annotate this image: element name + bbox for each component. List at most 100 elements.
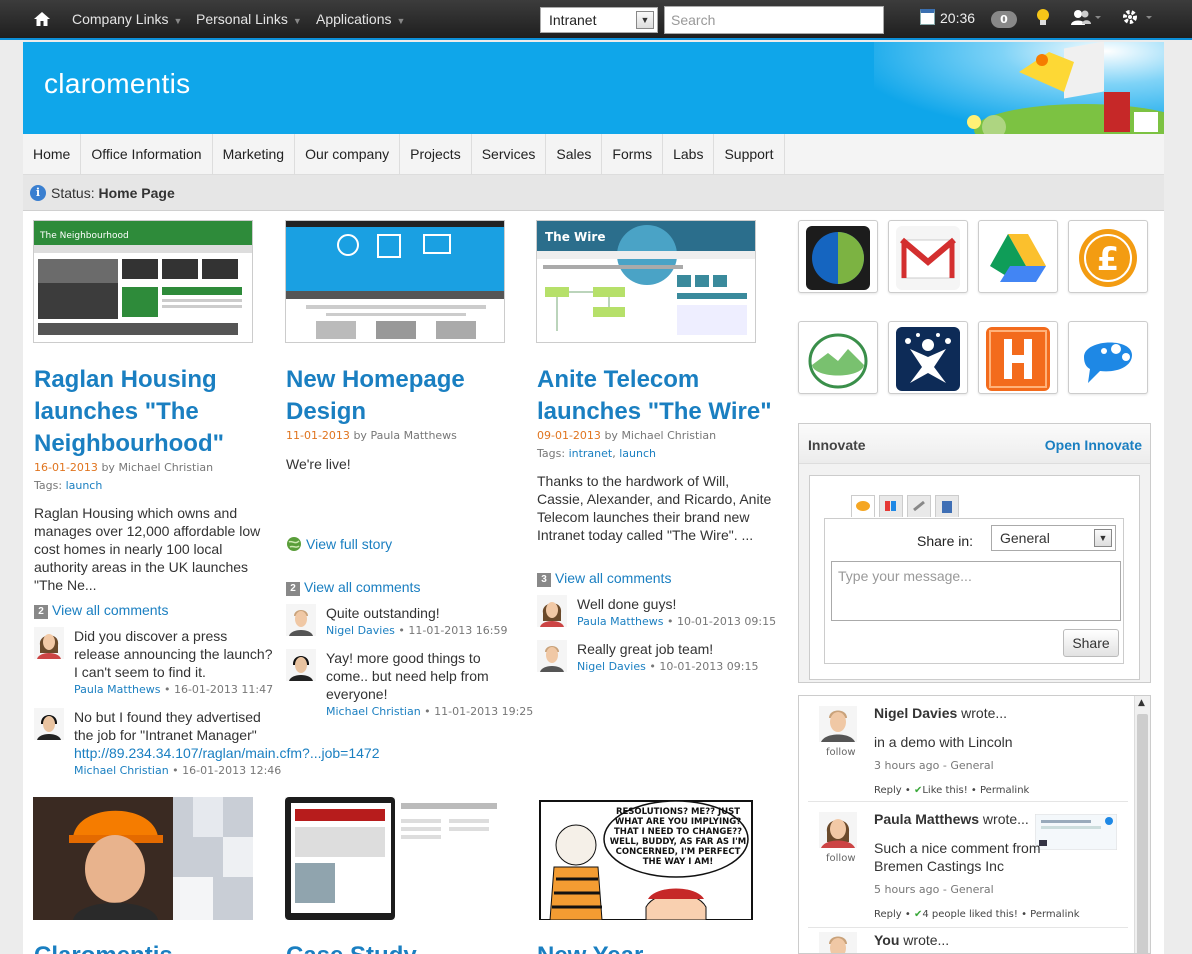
lightbulb-icon[interactable] [1036, 8, 1050, 28]
dropdown-arrow-icon[interactable]: ▼ [636, 11, 654, 29]
app-launcher-finance[interactable]: £ [1068, 220, 1148, 293]
link-tab[interactable] [907, 495, 931, 517]
follow-link[interactable]: follow [826, 747, 856, 758]
avatar[interactable] [819, 812, 857, 848]
basecamp-icon [806, 327, 870, 391]
share-button[interactable]: Share [1063, 629, 1119, 657]
notification-badge[interactable]: 0 [991, 11, 1017, 28]
article-title[interactable]: Claromentis [34, 940, 274, 954]
app-launcher-basecamp[interactable] [798, 321, 878, 394]
app-launcher-network[interactable] [888, 321, 968, 394]
comment-text: Quite outstanding! [326, 605, 440, 621]
nav-office-information[interactable]: Office Information [81, 134, 213, 174]
feed-author-link[interactable]: Paula Matthews [874, 811, 979, 827]
open-innovate-link[interactable]: Open Innovate [1045, 437, 1142, 453]
nav-home[interactable]: Home [23, 134, 82, 174]
article-title[interactable]: Case Study [286, 940, 526, 954]
comment-url-link[interactable]: http://89.234.34.107/raglan/main.cfm?...… [74, 744, 380, 762]
tag-link[interactable]: launch [619, 447, 656, 460]
message-textarea[interactable]: Type your message... [831, 561, 1121, 621]
gmail-icon [896, 226, 960, 290]
feed-scrollbar[interactable]: ▲ [1134, 696, 1150, 953]
article-summary: Raglan Housing which owns and manages ov… [34, 505, 261, 593]
neighbourhood-screenshot: The Neighbourhood [34, 221, 252, 342]
article-title[interactable]: New Year [537, 940, 777, 954]
nav-projects[interactable]: Projects [400, 134, 472, 174]
app-launcher-gmail[interactable] [888, 220, 968, 293]
reply-link[interactable]: Reply [874, 909, 902, 920]
view-all-comments-link[interactable]: 3 View all comments [537, 570, 671, 587]
scroll-up-icon[interactable]: ▲ [1138, 698, 1145, 708]
article-title[interactable]: Anite Telecom launches "The Wire" [537, 364, 777, 428]
people-tab[interactable] [879, 495, 903, 517]
avatar[interactable] [819, 932, 857, 953]
tag-link[interactable]: launch [66, 479, 103, 492]
article-thumbnail[interactable] [285, 220, 505, 343]
calendar-icon[interactable] [920, 9, 935, 25]
comment-author-link[interactable]: Michael Christian [74, 764, 169, 777]
tag-link[interactable]: intranet [569, 447, 613, 460]
status-tab[interactable] [851, 495, 875, 517]
article-thumbnail[interactable]: RESOLUTIONS? ME?? JUST WHAT ARE YOU IMPL… [536, 797, 756, 920]
article-title[interactable]: Raglan Housing launches "The Neighbourho… [34, 364, 274, 460]
nav-sales[interactable]: Sales [546, 134, 603, 174]
app-launcher-chat[interactable] [1068, 321, 1148, 394]
article-thumbnail[interactable] [285, 797, 505, 920]
view-all-comments-link[interactable]: 2 View all comments [286, 579, 420, 596]
avatar[interactable] [34, 708, 64, 740]
gear-icon[interactable] [1121, 8, 1155, 28]
view-all-comments-link[interactable]: 2 View all comments [34, 602, 168, 619]
app-launcher-drive[interactable] [978, 220, 1058, 293]
dropdown-arrow-icon[interactable]: ▼ [1094, 529, 1112, 547]
comment: Did you discover a press release announc… [34, 627, 284, 697]
nav-forms[interactable]: Forms [602, 134, 664, 174]
avatar[interactable] [286, 649, 316, 681]
applications-menu[interactable]: Applications ▼ [316, 11, 405, 27]
avatar[interactable] [537, 640, 567, 672]
nav-labs[interactable]: Labs [663, 134, 715, 174]
article-thumbnail[interactable]: The Wire [536, 220, 756, 343]
nav-our-company[interactable]: Our company [295, 134, 401, 174]
nav-marketing[interactable]: Marketing [213, 134, 296, 174]
search-input[interactable]: Search [664, 6, 884, 34]
avatar[interactable] [537, 595, 567, 627]
app-launcher-harvest[interactable] [978, 321, 1058, 394]
site-select[interactable]: Intranet ▼ [540, 7, 658, 33]
article-thumbnail[interactable]: The Neighbourhood [33, 220, 253, 343]
like-link[interactable]: Like this! [922, 785, 967, 796]
follow-link[interactable]: follow [826, 853, 856, 864]
comment-count: 2 [286, 582, 300, 596]
comment-author-link[interactable]: Nigel Davies [577, 660, 646, 673]
avatar[interactable] [819, 706, 857, 742]
feed-message: Such a nice comment from Bremen Castings… [874, 840, 1041, 874]
file-tab[interactable] [935, 495, 959, 517]
home-icon[interactable] [33, 10, 51, 28]
scrollbar-thumb[interactable] [1137, 714, 1148, 953]
pound-finance-icon: £ [1076, 226, 1140, 290]
site-logo[interactable]: claromentis [44, 68, 190, 100]
avatar[interactable] [286, 604, 316, 636]
personal-links-menu[interactable]: Personal Links ▼ [196, 11, 302, 27]
view-full-story-link[interactable]: View full story [286, 536, 392, 552]
attachment-thumbnail[interactable] [1035, 814, 1117, 850]
feed-author-link[interactable]: Nigel Davies [874, 705, 957, 721]
company-links-menu[interactable]: Company Links ▼ [72, 11, 182, 27]
feed-author-link[interactable]: You [874, 932, 899, 948]
article-thumbnail[interactable] [33, 797, 253, 920]
avatar[interactable] [34, 627, 64, 659]
like-link[interactable]: 4 people liked this! [922, 909, 1018, 920]
article-title[interactable]: New Homepage Design [286, 364, 526, 428]
comment-author-link[interactable]: Paula Matthews [577, 615, 663, 628]
nav-services[interactable]: Services [472, 134, 547, 174]
comment-author-link[interactable]: Michael Christian [326, 705, 421, 718]
reply-link[interactable]: Reply [874, 785, 902, 796]
nav-support[interactable]: Support [714, 134, 785, 174]
permalink-link[interactable]: Permalink [1030, 909, 1079, 920]
app-launcher-globe[interactable] [798, 220, 878, 293]
comment-author-link[interactable]: Nigel Davies [326, 624, 395, 637]
permalink-link[interactable]: Permalink [980, 785, 1029, 796]
users-icon[interactable] [1070, 8, 1104, 28]
feed-time: 5 hours ago - General [874, 883, 994, 896]
share-in-select[interactable]: General ▼ [991, 525, 1116, 551]
comment-author-link[interactable]: Paula Matthews [74, 683, 160, 696]
